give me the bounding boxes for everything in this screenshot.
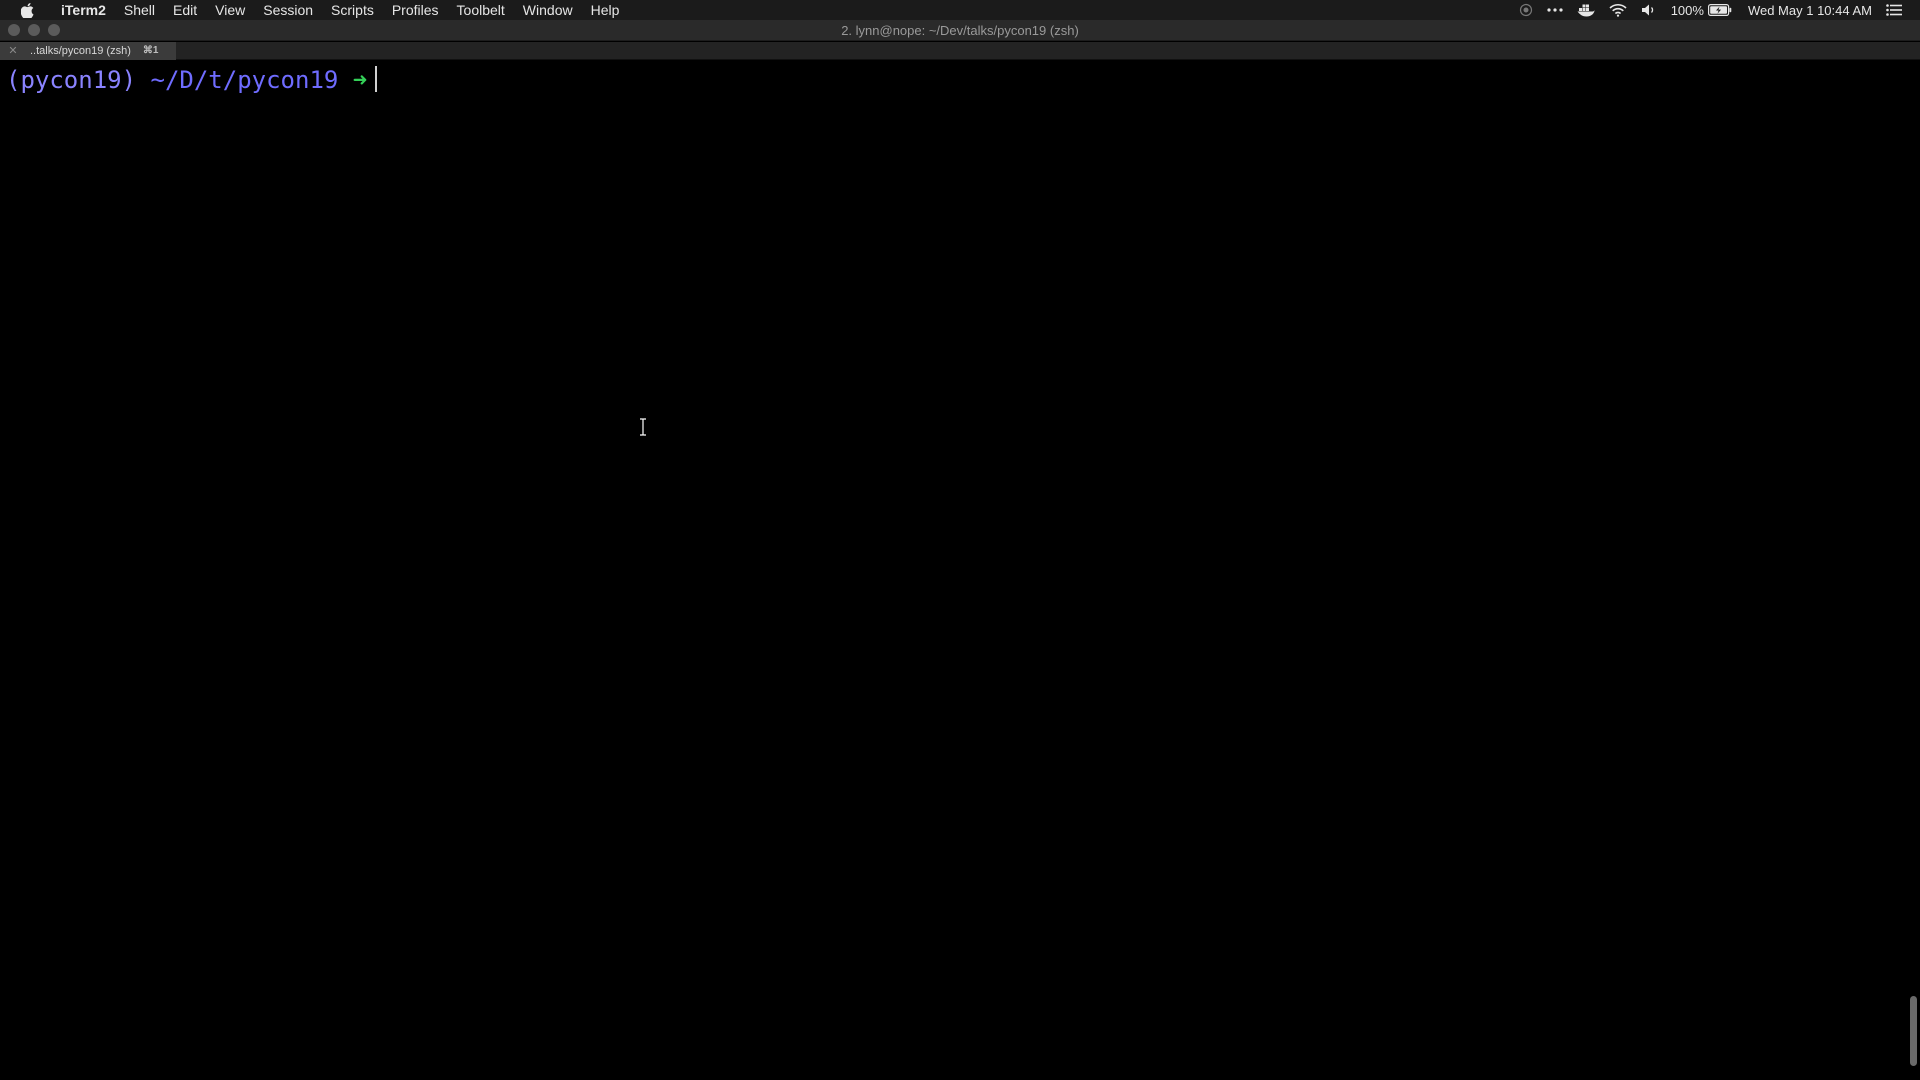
menu-session[interactable]: Session <box>254 0 322 20</box>
scrollbar-thumb[interactable] <box>1910 996 1917 1066</box>
battery-percent: 100% <box>1670 2 1704 18</box>
status-area: 100% Wed May 1 10:44 AM <box>1505 0 1920 20</box>
menubar-clock[interactable]: Wed May 1 10:44 AM <box>1748 0 1872 20</box>
menu-bar: iTerm2 Shell Edit View Session Scripts P… <box>0 0 1920 20</box>
menu-profiles[interactable]: Profiles <box>383 0 448 20</box>
menu-edit[interactable]: Edit <box>164 0 206 20</box>
menu-app-name[interactable]: iTerm2 <box>52 0 115 20</box>
wifi-icon[interactable] <box>1609 0 1627 20</box>
prompt-path: ~/D/t/pycon19 <box>150 66 339 94</box>
menu-view[interactable]: View <box>206 0 254 20</box>
tab-bar: ✕ ..talks/pycon19 (zsh) ⌘1 <box>0 42 1920 60</box>
menu-toolbelt[interactable]: Toolbelt <box>448 0 514 20</box>
menu-window[interactable]: Window <box>514 0 582 20</box>
notification-center-icon[interactable] <box>1886 0 1902 20</box>
tab-shortcut: ⌘1 <box>142 45 159 56</box>
close-icon[interactable]: ✕ <box>6 42 20 60</box>
menu-help[interactable]: Help <box>582 0 629 20</box>
terminal-pane[interactable]: (pycon19) ~/D/t/pycon19 ➜ <box>0 60 1920 1080</box>
shell-prompt: (pycon19) ~/D/t/pycon19 ➜ <box>6 64 378 96</box>
battery-icon[interactable] <box>1707 0 1732 20</box>
prompt-arrow-icon: ➜ <box>352 66 368 94</box>
window-title: 2. lynn@nope: ~/Dev/talks/pycon19 (zsh) <box>841 23 1079 38</box>
scrollbar[interactable] <box>1910 60 1917 1080</box>
tab-label: ..talks/pycon19 (zsh) <box>30 45 131 57</box>
more-icon[interactable] <box>1547 0 1563 20</box>
menu-shell[interactable]: Shell <box>115 0 164 20</box>
prompt-venv: (pycon19) <box>6 66 137 94</box>
volume-icon[interactable] <box>1641 0 1657 20</box>
tab-pycon19[interactable]: ✕ ..talks/pycon19 (zsh) ⌘1 <box>0 42 176 60</box>
menu-scripts[interactable]: Scripts <box>322 0 383 20</box>
docker-icon[interactable] <box>1577 0 1595 20</box>
ibeam-cursor-icon <box>640 418 646 436</box>
window-titlebar[interactable]: 2. lynn@nope: ~/Dev/talks/pycon19 (zsh) <box>0 20 1920 41</box>
record-icon[interactable] <box>1519 0 1533 20</box>
apple-icon[interactable] <box>16 0 38 20</box>
text-cursor <box>375 66 378 92</box>
